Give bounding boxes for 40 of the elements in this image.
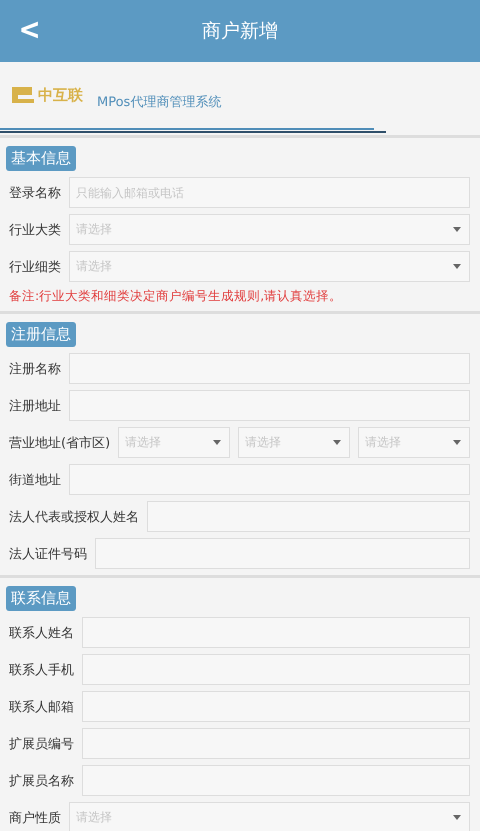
- field-label: 联系人邮箱: [8, 698, 74, 716]
- field-label: 商户性质: [8, 810, 61, 826]
- system-name: MPos代理商管理系统: [97, 94, 222, 111]
- caret-icon: [453, 264, 461, 269]
- input-field[interactable]: [82, 654, 470, 685]
- field-label: 注册地址: [8, 398, 61, 414]
- input-field[interactable]: [95, 538, 470, 569]
- field-label: 联系人姓名: [8, 624, 74, 642]
- caret-icon: [453, 227, 461, 232]
- section-tag: 注册信息: [6, 322, 76, 347]
- input-field[interactable]: [69, 390, 470, 421]
- caret-icon: [453, 815, 461, 820]
- field-label: 注册名称: [8, 360, 61, 378]
- caret-icon: [453, 440, 462, 445]
- caret-icon: [213, 440, 222, 445]
- field-label: 法人代表或授权人姓名: [8, 508, 139, 526]
- field-label: 扩展员名称: [8, 772, 74, 790]
- section-tag: 联系信息: [6, 586, 76, 611]
- section-tag: 基本信息: [6, 146, 76, 171]
- page-title: 商户新增: [202, 19, 278, 44]
- field-label: 行业细类: [8, 258, 61, 276]
- input-field[interactable]: [69, 464, 470, 495]
- field-label: 营业地址(省市区): [8, 434, 110, 452]
- logo-icon: [10, 85, 36, 105]
- field-label: 街道地址: [8, 472, 61, 488]
- field-label: 行业大类: [8, 222, 61, 238]
- caret-icon: [333, 440, 342, 445]
- input-field[interactable]: [82, 728, 470, 759]
- logo-text: 中互联: [38, 86, 83, 104]
- field-label: 扩展员编号: [8, 736, 74, 752]
- field-label: 法人证件号码: [8, 546, 87, 562]
- input-field[interactable]: [82, 617, 470, 648]
- note-text: 备注:行业大类和细类决定商户编号生成规则,请认真选择。: [8, 288, 344, 305]
- input-field[interactable]: [147, 501, 470, 532]
- field-label: 联系人手机: [8, 662, 74, 678]
- input-field[interactable]: [82, 765, 470, 796]
- back-button[interactable]: <: [14, 10, 46, 48]
- input-field[interactable]: [69, 353, 470, 384]
- input-field[interactable]: [82, 691, 470, 722]
- field-label: 登录名称: [8, 184, 61, 202]
